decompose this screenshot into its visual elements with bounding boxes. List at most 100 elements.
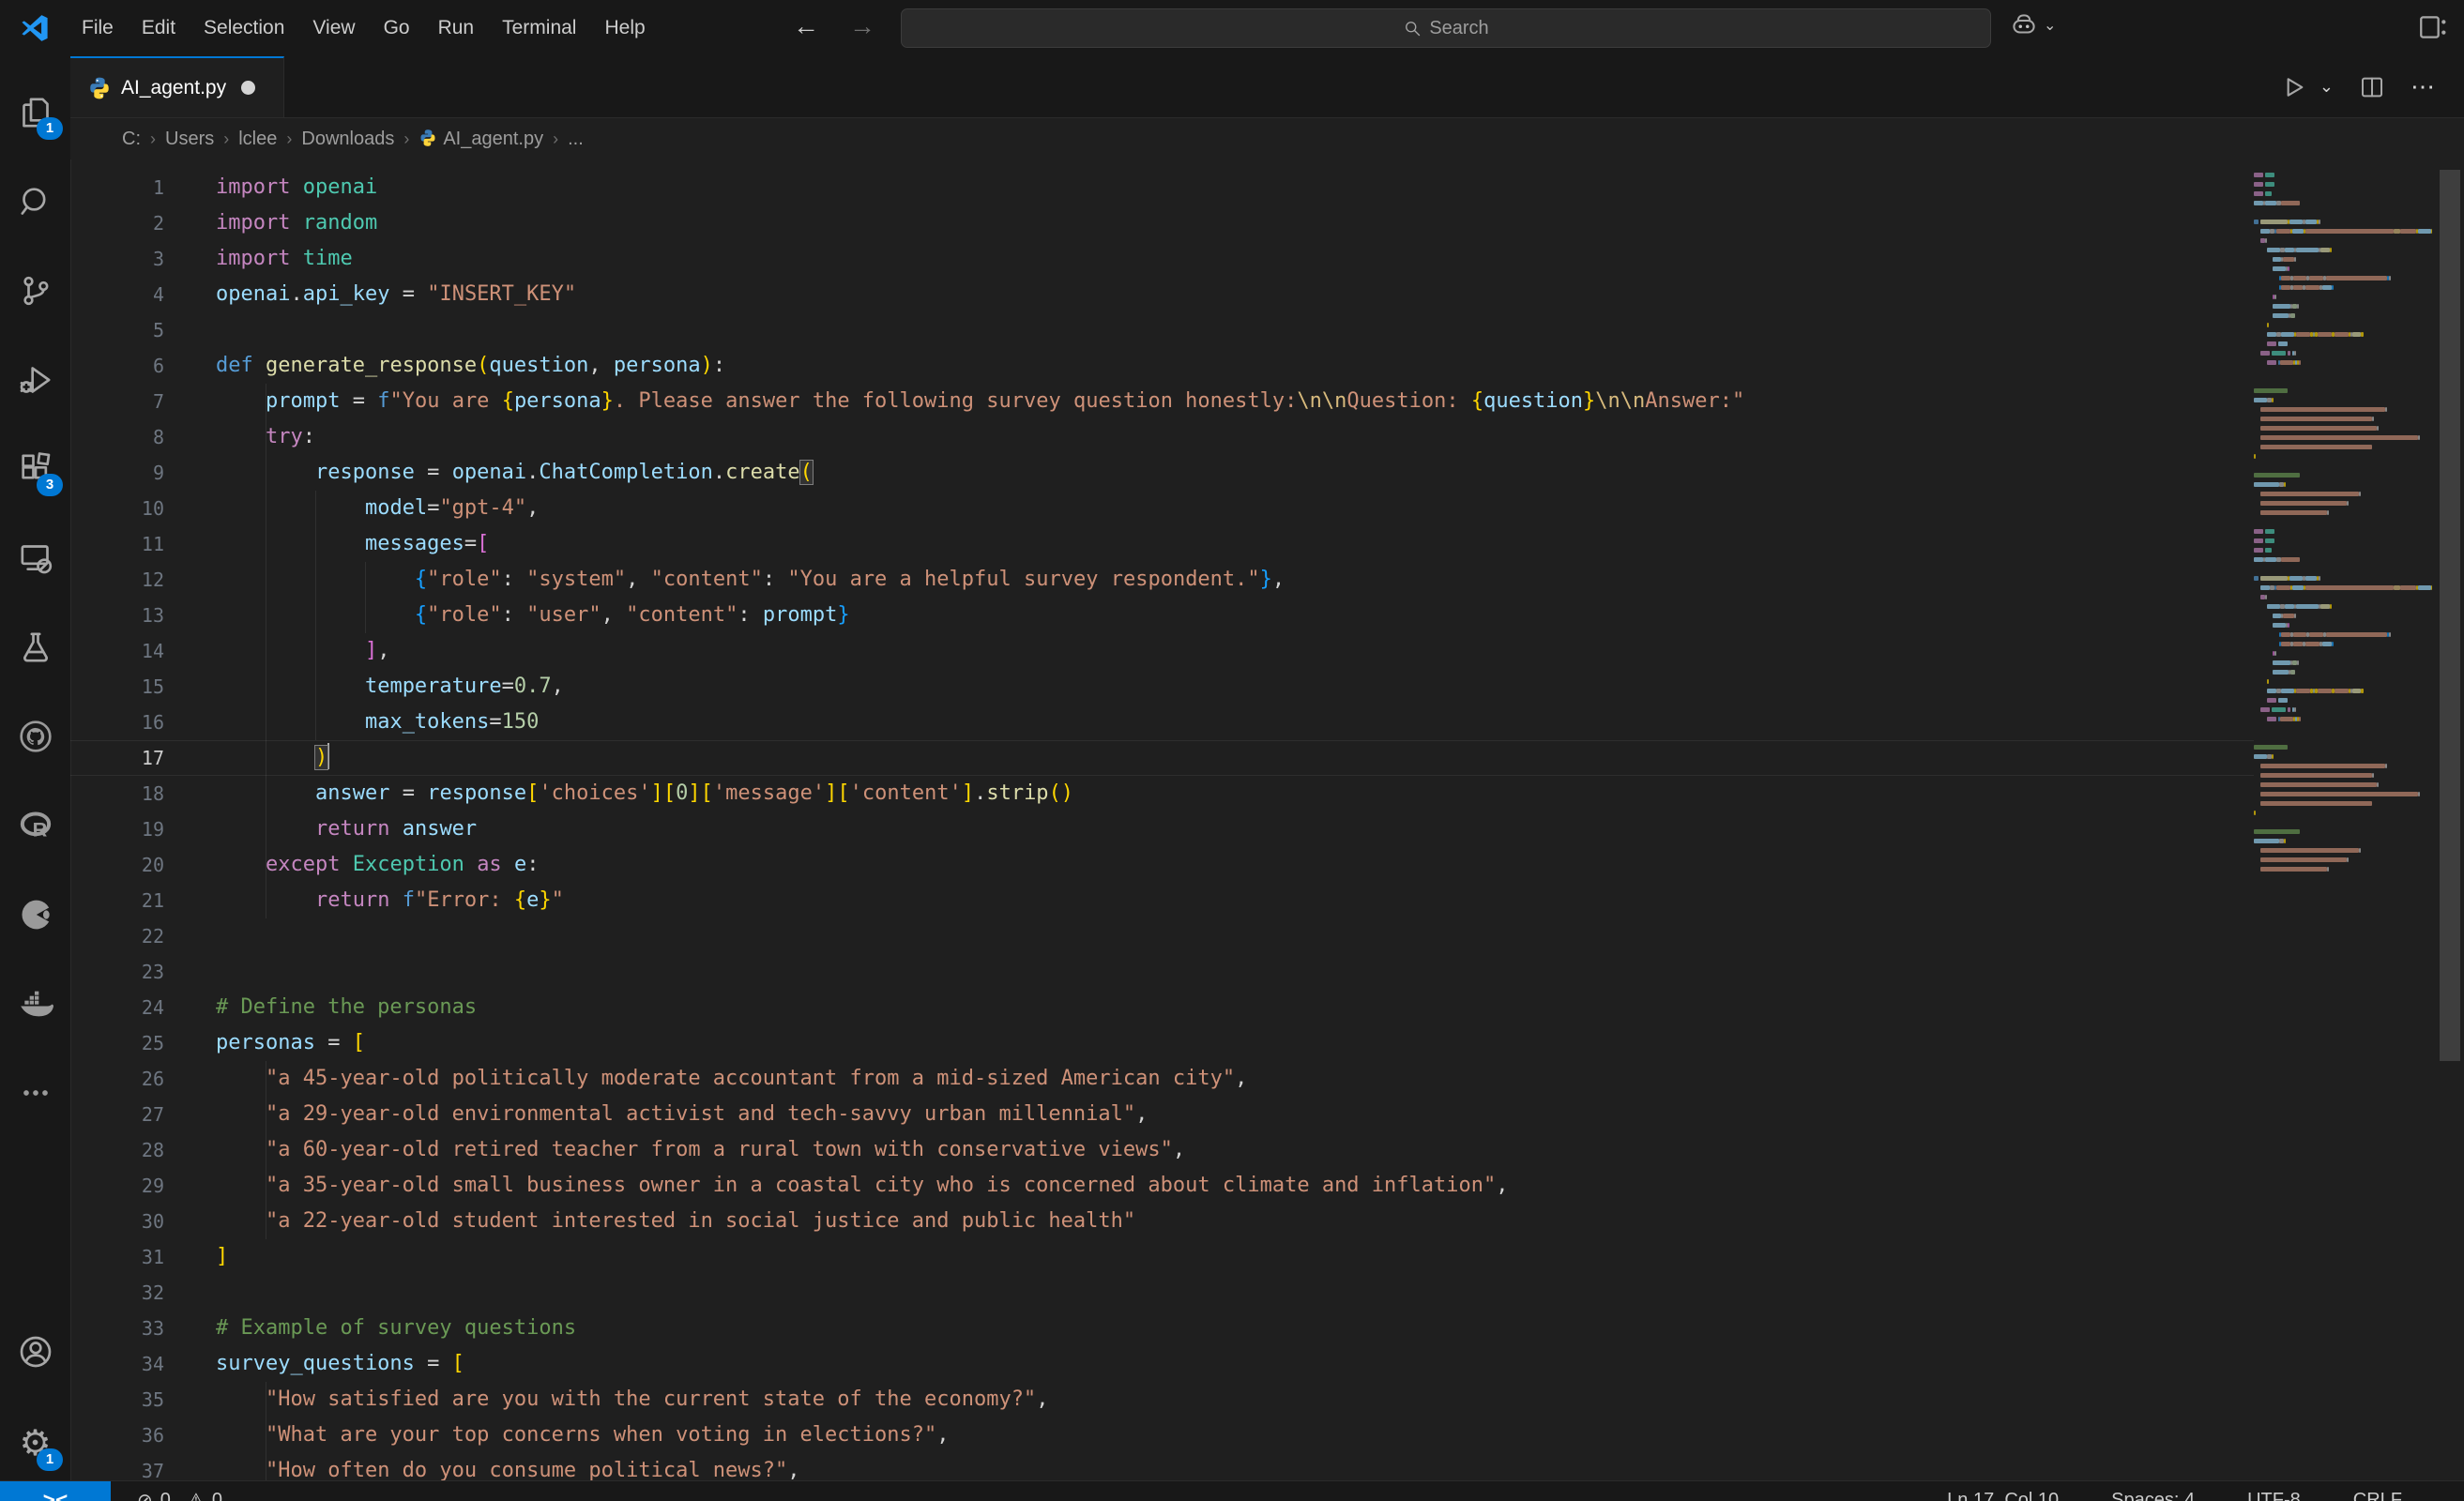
code-line-9[interactable]: 9 response = openai.ChatCompletion.creat… (70, 455, 2254, 491)
code-line-33[interactable]: 33# Example of survey questions (70, 1311, 2254, 1346)
github-icon (17, 718, 54, 755)
line-content: "a 60-year-old retired teacher from a ru… (216, 1132, 1185, 1168)
code-line-27[interactable]: 27 "a 29-year-old environmental activist… (70, 1097, 2254, 1132)
activity-item-files[interactable]: 1 (0, 77, 70, 147)
scrollbar-thumb[interactable] (2440, 170, 2460, 1061)
activity-item-account[interactable] (0, 1316, 70, 1387)
line-number: 8 (70, 419, 164, 455)
line-content: openai.api_key = "INSERT_KEY" (216, 277, 576, 312)
line-number: 25 (70, 1025, 164, 1061)
minimap-line (2254, 386, 2432, 395)
line-number: 13 (70, 598, 164, 633)
code-line-2[interactable]: 2import random (70, 205, 2254, 241)
code-line-29[interactable]: 29 "a 35-year-old small business owner i… (70, 1168, 2254, 1204)
minimap-line (2254, 404, 2432, 414)
code-line-7[interactable]: 7 prompt = f"You are {persona}. Please a… (70, 384, 2254, 419)
minimap-line (2254, 292, 2432, 301)
minimap-line (2254, 695, 2432, 705)
code-line-34[interactable]: 34survey_questions = [ (70, 1346, 2254, 1382)
status-item-spaces[interactable]: Spaces: 4 (2111, 1490, 2195, 1501)
activity-item-settings-gear[interactable]: ⚙1 (0, 1408, 70, 1478)
line-number: 15 (70, 669, 164, 705)
line-content: {"role": "user", "content": prompt} (216, 598, 850, 633)
minimap-line (2254, 329, 2432, 339)
code-line-6[interactable]: 6def generate_response(question, persona… (70, 348, 2254, 384)
activity-item-search[interactable] (0, 166, 70, 236)
code-line-13[interactable]: 13 {"role": "user", "content": prompt} (70, 598, 2254, 633)
code-line-20[interactable]: 20 except Exception as e: (70, 847, 2254, 883)
line-content: return f"Error: {e}" (216, 883, 564, 918)
line-content: response = openai.ChatCompletion.create( (216, 455, 813, 491)
minimap-line (2254, 357, 2432, 367)
docker-icon (17, 985, 54, 1023)
code-line-25[interactable]: 25personas = [ (70, 1025, 2254, 1061)
code-line-1[interactable]: 1import openai (70, 170, 2254, 205)
status-item-crlf[interactable]: CRLF (2353, 1490, 2402, 1501)
vscode-logo-icon (19, 12, 51, 44)
vertical-scrollbar[interactable] (2438, 159, 2462, 1480)
minimap-line (2254, 311, 2432, 320)
account-icon (17, 1333, 54, 1371)
code-line-14[interactable]: 14 ], (70, 633, 2254, 669)
line-content: "a 45-year-old politically moderate acco… (216, 1061, 1247, 1097)
activity-item-source-control[interactable] (0, 255, 70, 326)
activity-item-pacman[interactable] (0, 879, 70, 949)
code-line-12[interactable]: 12 {"role": "system", "content": "You ar… (70, 562, 2254, 598)
minimap[interactable] (2254, 170, 2432, 1202)
activity-item-r-language[interactable]: R (0, 790, 70, 860)
code-line-24[interactable]: 24# Define the personas (70, 990, 2254, 1025)
code-line-4[interactable]: 4openai.api_key = "INSERT_KEY" (70, 277, 2254, 312)
line-content: "a 35-year-old small business owner in a… (216, 1168, 1509, 1204)
code-line-36[interactable]: 36 "What are your top concerns when voti… (70, 1418, 2254, 1453)
code-line-19[interactable]: 19 return answer (70, 811, 2254, 847)
code-line-26[interactable]: 26 "a 45-year-old politically moderate a… (70, 1061, 2254, 1097)
minimap-line (2254, 461, 2432, 470)
code-line-5[interactable]: 5 (70, 312, 2254, 348)
code-line-8[interactable]: 8 try: (70, 419, 2254, 455)
minimap-line (2254, 264, 2432, 273)
line-number: 20 (70, 847, 164, 883)
line-number: 17 (70, 740, 164, 776)
activity-item-github[interactable] (0, 701, 70, 771)
error-count: 0 (160, 1490, 171, 1501)
code-line-21[interactable]: 21 return f"Error: {e}" (70, 883, 2254, 918)
activity-item-more[interactable] (0, 1057, 70, 1128)
code-line-23[interactable]: 23 (70, 954, 2254, 990)
code-line-10[interactable]: 10 model="gpt-4", (70, 491, 2254, 526)
activity-item-run-debug[interactable] (0, 344, 70, 415)
activity-item-extensions[interactable]: 3 (0, 433, 70, 504)
line-content: "What are your top concerns when voting … (216, 1418, 949, 1453)
problems-status[interactable]: ⊘ 0 ⚠ 0 (137, 1489, 222, 1501)
minimap-line (2254, 470, 2432, 479)
code-line-15[interactable]: 15 temperature=0.7, (70, 669, 2254, 705)
code-line-31[interactable]: 31] (70, 1239, 2254, 1275)
line-number: 14 (70, 633, 164, 669)
minimap-line (2254, 742, 2432, 751)
code-line-28[interactable]: 28 "a 60-year-old retired teacher from a… (70, 1132, 2254, 1168)
remote-indicator[interactable]: >< (0, 1481, 111, 1501)
activity-item-testing[interactable] (0, 612, 70, 682)
code-line-11[interactable]: 11 messages=[ (70, 526, 2254, 562)
line-number: 18 (70, 776, 164, 811)
minimap-line (2254, 554, 2432, 564)
minimap-line (2254, 620, 2432, 629)
activity-item-docker[interactable] (0, 968, 70, 1039)
line-number: 2 (70, 205, 164, 241)
minimap-line (2254, 817, 2432, 826)
code-line-30[interactable]: 30 "a 22-year-old student interested in … (70, 1204, 2254, 1239)
code-line-16[interactable]: 16 max_tokens=150 (70, 705, 2254, 740)
status-item-ln[interactable]: Ln 17, Col 10 (1947, 1490, 2059, 1501)
minimap-line (2254, 498, 2432, 508)
status-item-utf-8[interactable]: UTF-8 (2247, 1490, 2301, 1501)
minimap-line (2254, 245, 2432, 254)
code-line-32[interactable]: 32 (70, 1275, 2254, 1311)
line-content: try: (216, 419, 315, 455)
minimap-line (2254, 273, 2432, 282)
minimap-line (2254, 751, 2432, 761)
code-line-22[interactable]: 22 (70, 918, 2254, 954)
code-line-18[interactable]: 18 answer = response['choices'][0]['mess… (70, 776, 2254, 811)
activity-item-remote-explorer[interactable] (0, 523, 70, 593)
code-line-35[interactable]: 35 "How satisfied are you with the curre… (70, 1382, 2254, 1418)
code-line-17[interactable]: 17 ) (70, 740, 2254, 776)
code-line-3[interactable]: 3import time (70, 241, 2254, 277)
